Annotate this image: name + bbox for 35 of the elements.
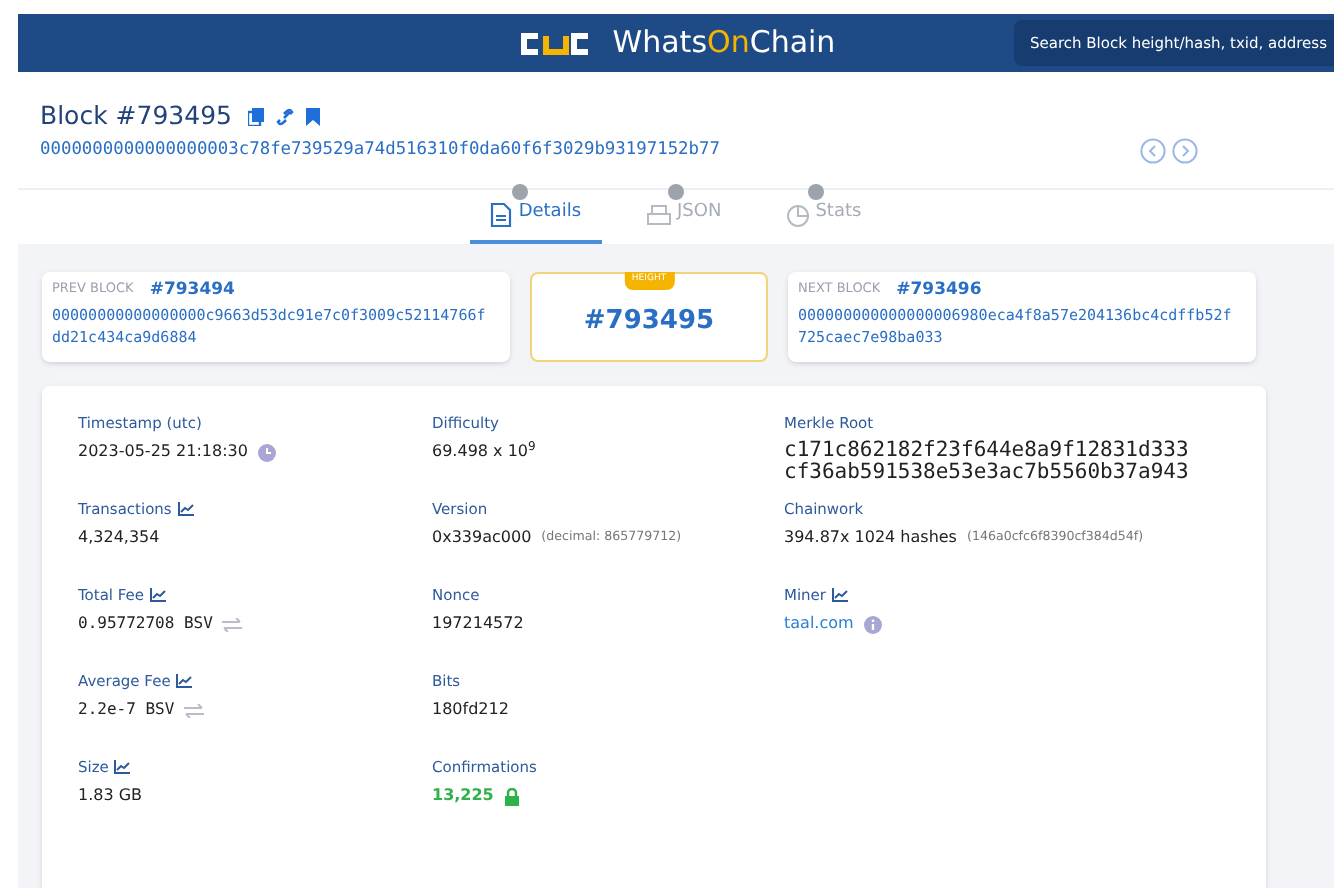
field-value: 180fd212 (432, 698, 509, 723)
field-value: 1.83 GB (78, 784, 143, 809)
chart-icon[interactable] (114, 759, 131, 774)
pie-chart-icon (785, 203, 810, 228)
field-value: 4,324,354 (78, 526, 160, 551)
field-value: 394.87x 1024 hashes (784, 526, 957, 551)
field-value: 13,225 (432, 784, 494, 809)
lock-icon (503, 787, 520, 806)
clock-icon (257, 443, 276, 462)
bookmark-icon[interactable] (305, 107, 320, 126)
field-value: 69.498 x 10$^{9}$ (432, 440, 536, 465)
badge-icon (512, 183, 529, 200)
block-title: Block #793495 (40, 98, 232, 134)
miner-link[interactable]: taal.com (784, 612, 854, 637)
printer-icon (645, 203, 672, 228)
field-value: 2.2e-7 BSV (78, 698, 175, 723)
chart-icon[interactable] (832, 587, 849, 602)
prev-block-link[interactable]: #793494 (149, 277, 235, 304)
chart-icon[interactable] (150, 587, 167, 602)
field-value: 197214572 (432, 612, 524, 637)
link-icon[interactable] (275, 107, 294, 126)
brand-name[interactable]: WhatsOnChain (612, 20, 836, 66)
document-icon (490, 201, 513, 228)
field-value: c171c862182f23f644e8a9f12831d333cf36ab591538e53e3ac7b5560b37a943 (784, 440, 1191, 485)
copy-icon[interactable] (247, 107, 264, 126)
field-value: 2023-05-25 21:18:30 (78, 440, 248, 465)
block-height: #793495 (583, 303, 715, 340)
badge-icon (807, 183, 824, 200)
badge-icon (667, 183, 684, 200)
field-value: 0.95772708 BSV (78, 612, 213, 637)
next-block-link[interactable]: #793496 (896, 277, 982, 304)
block-hash: 0000000000000000003c78fe739529a74d516310f0da60f6f3029b93197152b77 (40, 137, 720, 164)
chart-icon[interactable] (177, 501, 194, 516)
chart-icon[interactable] (176, 673, 193, 688)
field-value: 0x339ac000 (432, 526, 532, 551)
